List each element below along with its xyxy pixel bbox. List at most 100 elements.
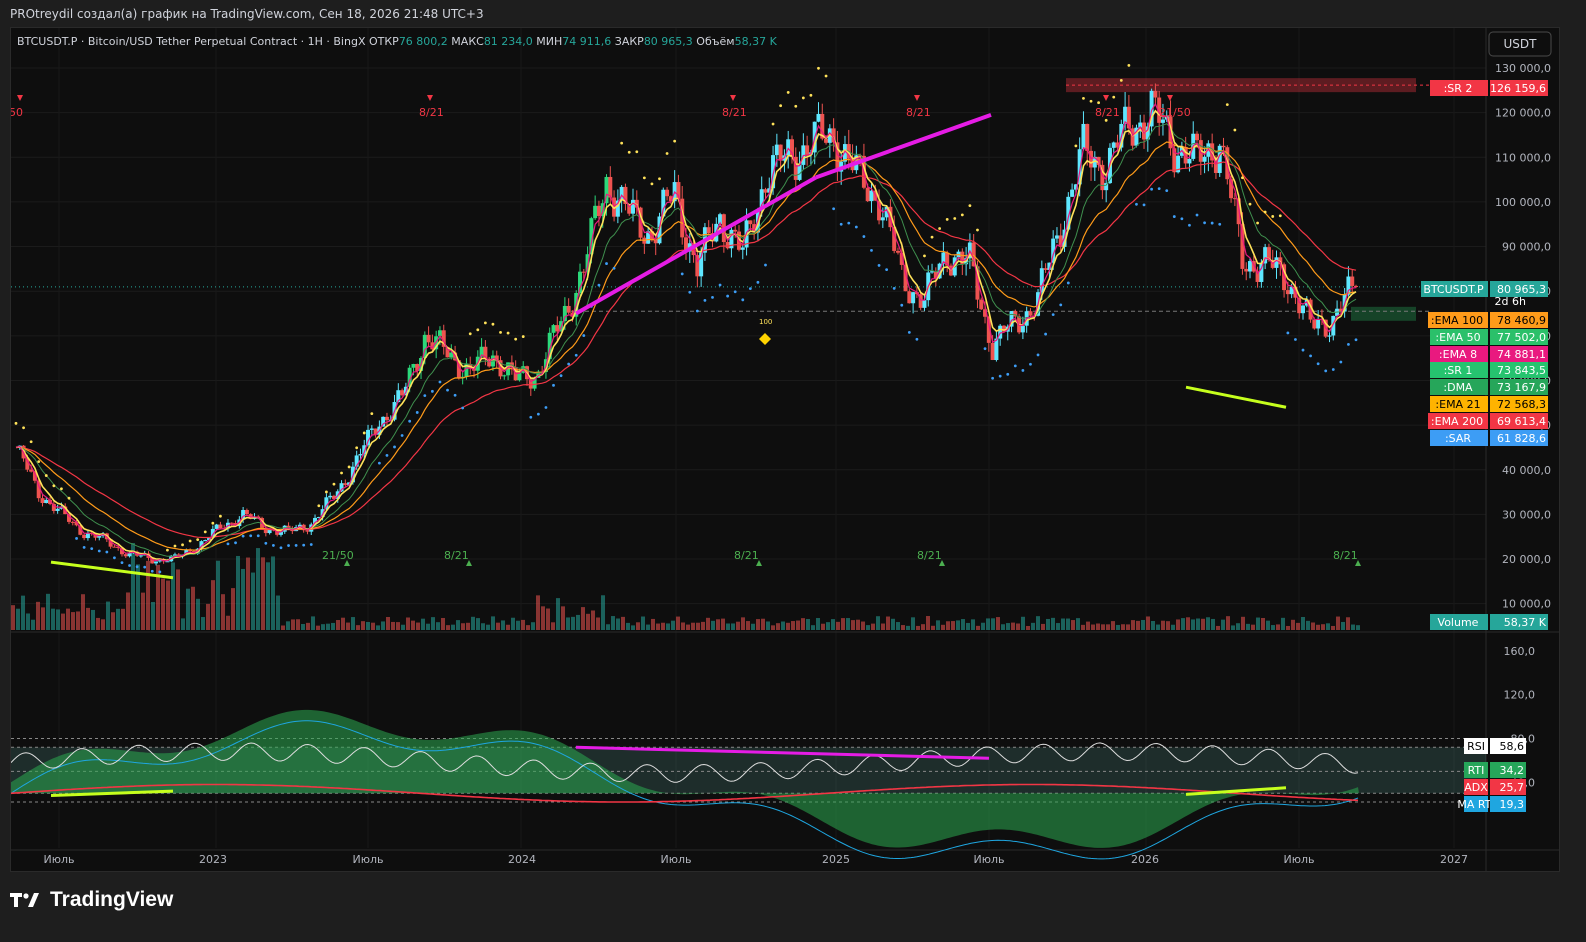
sar-dot	[998, 374, 1002, 378]
currency-button[interactable]: USDT	[1488, 31, 1552, 57]
volume-bar	[676, 616, 680, 630]
volume-bar	[621, 616, 625, 630]
marker-100-label: 100	[759, 318, 772, 326]
volume-bar	[1086, 621, 1090, 630]
candle-body	[763, 189, 768, 193]
legend-high-label: МАКС	[451, 35, 484, 48]
sar-dot	[817, 66, 820, 70]
price-tick-label: 100 000,0	[1495, 196, 1551, 209]
volume-bar	[1096, 623, 1100, 630]
volume-bar	[906, 625, 910, 630]
volume-bar	[346, 622, 350, 630]
volume-bar	[706, 617, 710, 630]
volume-bar	[1296, 622, 1300, 630]
volume-bar	[921, 624, 925, 630]
volume-bar	[166, 580, 170, 630]
chart-frame[interactable]: 100 50 8/21 8/21 8/21 8/21 21/50 21/50 8/21 8/21 8…	[10, 27, 1560, 872]
volume-bar	[376, 625, 380, 630]
sar-dot	[635, 150, 639, 154]
volume-bar	[516, 620, 520, 630]
sar-dot	[832, 207, 836, 211]
volume-bar	[1061, 618, 1065, 630]
sar-dot	[355, 446, 359, 450]
sar-dot	[1248, 202, 1252, 206]
volume-bar	[226, 615, 230, 630]
sar-dot	[544, 406, 548, 409]
volume-bar	[1216, 625, 1220, 630]
sar-dot	[877, 264, 881, 267]
volume-bar	[21, 595, 25, 630]
volume-bar	[331, 622, 335, 630]
candle-body	[990, 342, 995, 361]
sar-dot	[1263, 210, 1267, 214]
candle-body	[748, 220, 753, 225]
trendline-green	[50, 560, 174, 580]
volume-bar	[656, 623, 660, 630]
sar-dot	[726, 294, 730, 298]
sar-dot	[476, 328, 480, 332]
volume-bar	[776, 623, 780, 630]
signal-down-label: 8/21	[722, 106, 747, 119]
volume-bar	[986, 618, 990, 630]
volume-bar	[336, 620, 340, 630]
sar-dot	[37, 460, 41, 464]
volume-bar	[1226, 616, 1230, 630]
sar-dot	[612, 266, 616, 270]
candle-body	[1327, 335, 1332, 337]
volume-bar	[891, 618, 895, 630]
volume-bar	[401, 624, 405, 630]
sar-dot	[529, 415, 533, 419]
volume-bar	[936, 620, 940, 630]
volume-bar	[181, 618, 185, 630]
time-tick-label: Июль	[43, 853, 74, 866]
volume-bar	[251, 572, 255, 630]
sar-dot	[1074, 144, 1078, 148]
candle-body	[1043, 268, 1048, 270]
sar-dot	[983, 347, 987, 351]
candle-body	[1085, 123, 1090, 151]
volume-bar	[246, 557, 250, 630]
volume-bar	[756, 619, 760, 630]
time-tick-label: 2023	[199, 853, 227, 866]
series-name-label: :SR 1	[1444, 364, 1473, 377]
candle-body	[1285, 290, 1290, 295]
candle-body	[203, 539, 208, 542]
candle-body	[805, 145, 810, 155]
legend-low-value: 74 911,6	[562, 35, 614, 48]
ema100-line	[15, 141, 1357, 551]
volume-bar	[511, 617, 515, 630]
sar-dot	[309, 543, 313, 546]
price-chart[interactable]: 100 50 8/21 8/21 8/21 8/21 21/50 21/50 8/21 8/21 8…	[11, 28, 1559, 871]
volume-bar	[111, 612, 115, 630]
candle-body	[1244, 268, 1249, 272]
volume-bar	[271, 556, 275, 630]
sar-dot	[650, 182, 654, 186]
volume-bar	[231, 588, 235, 630]
candle-body	[70, 521, 75, 523]
sar-dot	[294, 544, 298, 547]
sar-dot	[52, 484, 56, 488]
volume-bar	[276, 595, 280, 630]
candle-body	[1028, 311, 1033, 316]
sar-dot	[302, 543, 306, 547]
volume-bar	[356, 625, 360, 630]
candle-body	[384, 416, 389, 421]
sar-dot	[536, 412, 540, 416]
sar-dot	[1135, 202, 1138, 206]
volume-bar	[71, 612, 75, 630]
sar-dot	[332, 482, 336, 486]
sar-dot	[711, 296, 714, 299]
volume-bar	[466, 622, 470, 630]
sr1-zone	[1351, 306, 1416, 321]
candle-body	[411, 364, 416, 368]
candle-body	[1195, 133, 1200, 141]
sar-dot	[491, 322, 495, 326]
volume-bar	[406, 617, 410, 630]
volume-bar	[456, 620, 460, 630]
sar-dot	[1233, 128, 1237, 132]
volume-bar	[951, 621, 955, 630]
volume-bar	[66, 608, 70, 630]
osc-value-label: 58,6	[1500, 740, 1525, 753]
sar-dot	[582, 334, 586, 337]
volume-bar	[146, 560, 150, 630]
